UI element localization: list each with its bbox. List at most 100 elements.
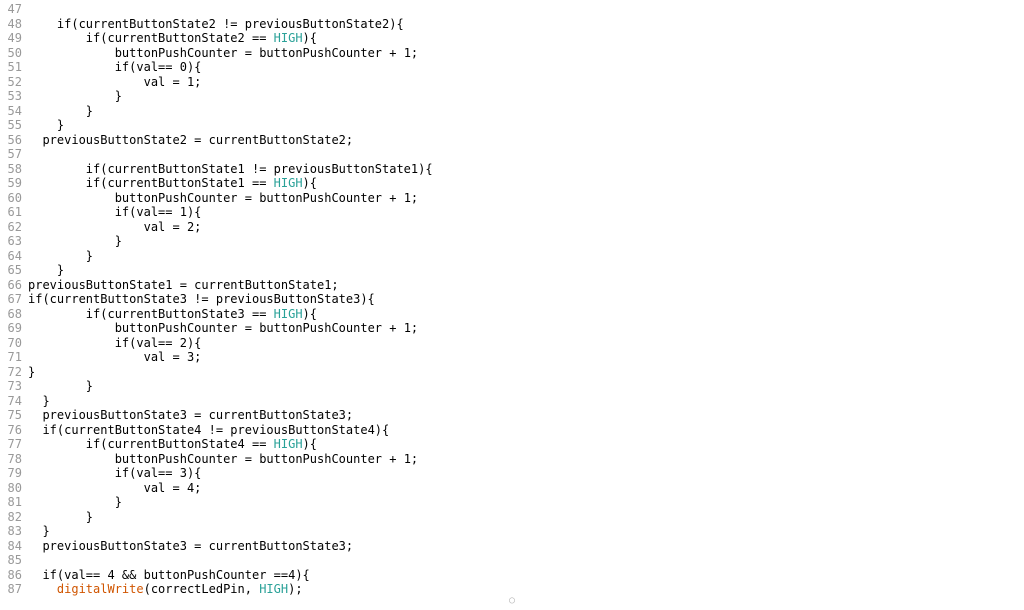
code-line[interactable]: 72} [0, 365, 1024, 380]
code-content[interactable]: val = 2; [28, 220, 1024, 235]
code-content[interactable]: } [28, 524, 1024, 539]
line-number: 81 [0, 495, 28, 510]
code-line[interactable]: 53 } [0, 89, 1024, 104]
code-line[interactable]: 81 } [0, 495, 1024, 510]
code-line[interactable]: 76 if(currentButtonState4 != previousBut… [0, 423, 1024, 438]
code-line[interactable]: 62 val = 2; [0, 220, 1024, 235]
code-content[interactable]: val = 4; [28, 481, 1024, 496]
code-content[interactable]: } [28, 495, 1024, 510]
code-content[interactable]: val = 3; [28, 350, 1024, 365]
code-content[interactable]: } [28, 263, 1024, 278]
code-content[interactable]: previousButtonState3 = currentButtonStat… [28, 408, 1024, 423]
code-line[interactable]: 65 } [0, 263, 1024, 278]
line-number: 77 [0, 437, 28, 452]
code-line[interactable]: 85 [0, 553, 1024, 568]
code-content[interactable]: } [28, 104, 1024, 119]
code-content[interactable]: } [28, 118, 1024, 133]
line-number: 75 [0, 408, 28, 423]
code-line[interactable]: 77 if(currentButtonState4 == HIGH){ [0, 437, 1024, 452]
code-content[interactable]: previousButtonState1 = currentButtonStat… [28, 278, 1024, 293]
code-line[interactable]: 49 if(currentButtonState2 == HIGH){ [0, 31, 1024, 46]
code-line[interactable]: 66previousButtonState1 = currentButtonSt… [0, 278, 1024, 293]
code-line[interactable]: 63 } [0, 234, 1024, 249]
code-line[interactable]: 56 previousButtonState2 = currentButtonS… [0, 133, 1024, 148]
line-number: 68 [0, 307, 28, 322]
code-content[interactable]: if(val== 3){ [28, 466, 1024, 481]
code-line[interactable]: 67if(currentButtonState3 != previousButt… [0, 292, 1024, 307]
code-content[interactable]: previousButtonState3 = currentButtonStat… [28, 539, 1024, 554]
code-content[interactable]: } [28, 365, 1024, 380]
line-number: 73 [0, 379, 28, 394]
code-line[interactable]: 73 } [0, 379, 1024, 394]
code-line[interactable]: 75 previousButtonState3 = currentButtonS… [0, 408, 1024, 423]
line-number: 58 [0, 162, 28, 177]
code-content[interactable]: if(currentButtonState3 == HIGH){ [28, 307, 1024, 322]
code-content[interactable]: } [28, 379, 1024, 394]
code-line[interactable]: 48 if(currentButtonState2 != previousBut… [0, 17, 1024, 32]
code-content[interactable]: buttonPushCounter = buttonPushCounter + … [28, 191, 1024, 206]
code-line[interactable]: 55 } [0, 118, 1024, 133]
code-content[interactable] [28, 147, 1024, 162]
code-content[interactable]: if(val== 1){ [28, 205, 1024, 220]
code-line[interactable]: 61 if(val== 1){ [0, 205, 1024, 220]
code-content[interactable]: if(currentButtonState2 == HIGH){ [28, 31, 1024, 46]
code-line[interactable]: 64 } [0, 249, 1024, 264]
code-line[interactable]: 52 val = 1; [0, 75, 1024, 90]
code-line[interactable]: 70 if(val== 2){ [0, 336, 1024, 351]
code-line[interactable]: 78 buttonPushCounter = buttonPushCounter… [0, 452, 1024, 467]
code-line[interactable]: 58 if(currentButtonState1 != previousBut… [0, 162, 1024, 177]
line-number: 59 [0, 176, 28, 191]
line-number: 65 [0, 263, 28, 278]
code-content[interactable]: if(currentButtonState2 != previousButton… [28, 17, 1024, 32]
code-content[interactable]: } [28, 249, 1024, 264]
code-content[interactable]: val = 1; [28, 75, 1024, 90]
line-number: 63 [0, 234, 28, 249]
code-content[interactable]: if(val== 0){ [28, 60, 1024, 75]
code-line[interactable]: 74 } [0, 394, 1024, 409]
code-content[interactable]: if(currentButtonState4 == HIGH){ [28, 437, 1024, 452]
code-line[interactable]: 54 } [0, 104, 1024, 119]
code-content[interactable]: if(val== 2){ [28, 336, 1024, 351]
code-content[interactable]: buttonPushCounter = buttonPushCounter + … [28, 46, 1024, 61]
code-content[interactable]: if(currentButtonState1 != previousButton… [28, 162, 1024, 177]
line-number: 56 [0, 133, 28, 148]
code-line[interactable]: 84 previousButtonState3 = currentButtonS… [0, 539, 1024, 554]
code-line[interactable]: 69 buttonPushCounter = buttonPushCounter… [0, 321, 1024, 336]
line-number: 47 [0, 2, 28, 17]
code-line[interactable]: 83 } [0, 524, 1024, 539]
code-content[interactable]: } [28, 510, 1024, 525]
code-line[interactable]: 60 buttonPushCounter = buttonPushCounter… [0, 191, 1024, 206]
line-number: 51 [0, 60, 28, 75]
line-number: 70 [0, 336, 28, 351]
code-content[interactable] [28, 553, 1024, 568]
code-line[interactable]: 59 if(currentButtonState1 == HIGH){ [0, 176, 1024, 191]
code-content[interactable]: if(currentButtonState3 != previousButton… [28, 292, 1024, 307]
code-line[interactable]: 71 val = 3; [0, 350, 1024, 365]
line-number: 80 [0, 481, 28, 496]
line-number: 71 [0, 350, 28, 365]
code-content[interactable]: } [28, 89, 1024, 104]
code-content[interactable] [28, 2, 1024, 17]
code-content[interactable]: buttonPushCounter = buttonPushCounter + … [28, 321, 1024, 336]
code-content[interactable]: digitalWrite(correctLedPin, HIGH); [28, 582, 1024, 597]
code-content[interactable]: buttonPushCounter = buttonPushCounter + … [28, 452, 1024, 467]
code-line[interactable]: 79 if(val== 3){ [0, 466, 1024, 481]
code-line[interactable]: 68 if(currentButtonState3 == HIGH){ [0, 307, 1024, 322]
code-content[interactable]: previousButtonState2 = currentButtonStat… [28, 133, 1024, 148]
line-number: 69 [0, 321, 28, 336]
code-line[interactable]: 57 [0, 147, 1024, 162]
code-content[interactable]: } [28, 394, 1024, 409]
code-line[interactable]: 86 if(val== 4 && buttonPushCounter ==4){ [0, 568, 1024, 583]
code-line[interactable]: 47 [0, 2, 1024, 17]
code-content[interactable]: if(currentButtonState4 != previousButton… [28, 423, 1024, 438]
line-number: 64 [0, 249, 28, 264]
line-number: 84 [0, 539, 28, 554]
code-editor[interactable]: 4748 if(currentButtonState2 != previousB… [0, 0, 1024, 597]
code-line[interactable]: 80 val = 4; [0, 481, 1024, 496]
code-line[interactable]: 51 if(val== 0){ [0, 60, 1024, 75]
code-content[interactable]: } [28, 234, 1024, 249]
code-content[interactable]: if(val== 4 && buttonPushCounter ==4){ [28, 568, 1024, 583]
code-line[interactable]: 50 buttonPushCounter = buttonPushCounter… [0, 46, 1024, 61]
code-content[interactable]: if(currentButtonState1 == HIGH){ [28, 176, 1024, 191]
code-line[interactable]: 82 } [0, 510, 1024, 525]
